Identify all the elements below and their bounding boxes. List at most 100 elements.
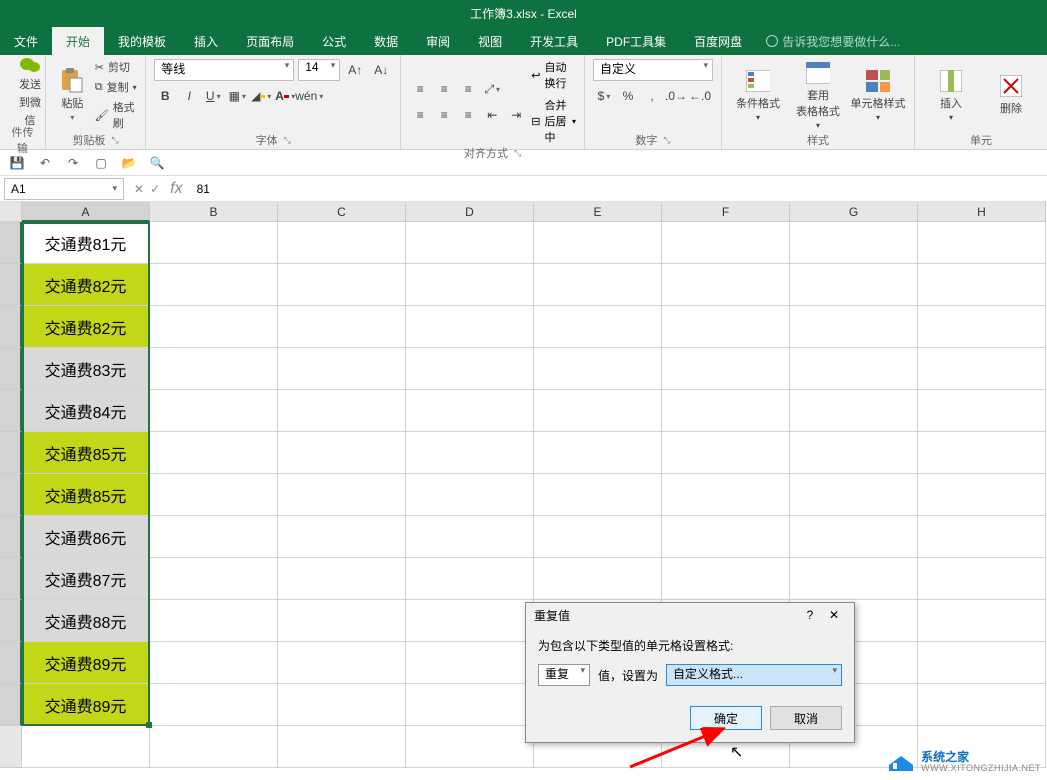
currency-button[interactable]: $ — [593, 85, 615, 107]
cell-empty[interactable] — [150, 264, 278, 306]
cell-empty[interactable] — [918, 264, 1046, 306]
cell-empty[interactable] — [790, 306, 918, 348]
cell-empty[interactable] — [790, 474, 918, 516]
cell-empty[interactable] — [150, 516, 278, 558]
cell-empty[interactable] — [406, 432, 534, 474]
tab-home[interactable]: 开始 — [52, 27, 104, 55]
copy-button[interactable]: ⧉复制▾ — [95, 79, 138, 95]
tab-data[interactable]: 数据 — [360, 27, 412, 55]
qat-new-button[interactable]: ▢ — [92, 154, 110, 172]
cell-empty[interactable] — [790, 390, 918, 432]
row-header[interactable] — [0, 264, 22, 306]
cell-empty[interactable] — [278, 600, 406, 642]
cell-empty[interactable] — [150, 222, 278, 264]
align-left-button[interactable]: ≡ — [409, 104, 431, 126]
cell-empty[interactable] — [278, 558, 406, 600]
cell-empty[interactable] — [918, 348, 1046, 390]
align-center-button[interactable]: ≡ — [433, 104, 455, 126]
col-header-f[interactable]: F — [662, 202, 790, 222]
cell-empty[interactable] — [406, 306, 534, 348]
col-header-a[interactable]: A — [22, 202, 150, 222]
enter-formula-icon[interactable]: ✓ — [150, 182, 160, 196]
cell-a12[interactable]: 交通费89元 — [22, 684, 150, 726]
tab-layout[interactable]: 页面布局 — [232, 27, 308, 55]
cell-empty[interactable] — [406, 726, 534, 768]
cell-empty[interactable] — [918, 558, 1046, 600]
cell-empty[interactable] — [534, 558, 662, 600]
cell-empty[interactable] — [918, 684, 1046, 726]
cell-empty[interactable] — [918, 390, 1046, 432]
cell-empty[interactable] — [278, 264, 406, 306]
cell-empty[interactable] — [534, 390, 662, 432]
row-header[interactable] — [0, 306, 22, 348]
cell-empty[interactable] — [406, 600, 534, 642]
tab-formulas[interactable]: 公式 — [308, 27, 360, 55]
align-bottom-button[interactable]: ≡ — [457, 78, 479, 100]
cell-empty[interactable] — [278, 348, 406, 390]
comma-button[interactable]: , — [641, 85, 663, 107]
cell-empty[interactable] — [406, 516, 534, 558]
row-header[interactable] — [0, 684, 22, 726]
cancel-button[interactable]: 取消 — [770, 706, 842, 730]
row-header[interactable] — [0, 600, 22, 642]
clipboard-launcher-icon[interactable]: ⤡ — [112, 135, 119, 146]
cell-a4[interactable]: 交通费83元 — [22, 348, 150, 390]
cell-empty[interactable] — [278, 726, 406, 768]
row-header[interactable] — [0, 390, 22, 432]
cell-empty[interactable] — [662, 474, 790, 516]
cell-empty[interactable] — [662, 390, 790, 432]
cell-a1[interactable]: 交通费81元 — [22, 222, 150, 264]
cell-empty[interactable] — [278, 432, 406, 474]
paste-button[interactable]: 粘贴▾ — [54, 62, 91, 128]
tab-pdf[interactable]: PDF工具集 — [592, 27, 680, 55]
cell-empty[interactable] — [534, 432, 662, 474]
fx-icon[interactable]: fx — [170, 180, 182, 198]
cell-empty[interactable] — [662, 558, 790, 600]
wrap-text-button[interactable]: ↩自动换行 — [531, 59, 576, 91]
cell-empty[interactable] — [790, 558, 918, 600]
cell-empty[interactable] — [150, 432, 278, 474]
font-name-select[interactable]: 等线 — [154, 59, 294, 81]
table-format-button[interactable]: 套用 表格格式▾ — [790, 61, 846, 130]
cell-empty[interactable] — [150, 684, 278, 726]
cell-empty[interactable] — [150, 474, 278, 516]
row-header[interactable] — [0, 558, 22, 600]
cell-a5[interactable]: 交通费84元 — [22, 390, 150, 432]
cell-empty[interactable] — [918, 306, 1046, 348]
cell-style-button[interactable]: 单元格样式▾ — [850, 69, 906, 122]
cell-empty[interactable] — [918, 516, 1046, 558]
col-header-d[interactable]: D — [406, 202, 534, 222]
underline-button[interactable]: U — [202, 85, 224, 107]
cell-a7[interactable]: 交通费85元 — [22, 474, 150, 516]
dialog-help-button[interactable]: ? — [798, 608, 822, 622]
cell-empty[interactable] — [534, 474, 662, 516]
cell-empty[interactable] — [150, 642, 278, 684]
tab-dev[interactable]: 开发工具 — [516, 27, 592, 55]
percent-button[interactable]: % — [617, 85, 639, 107]
cell-empty[interactable] — [918, 642, 1046, 684]
number-format-select[interactable]: 自定义 — [593, 59, 713, 81]
row-header[interactable] — [0, 432, 22, 474]
tab-templates[interactable]: 我的模板 — [104, 27, 180, 55]
dialog-close-button[interactable]: ✕ — [822, 608, 846, 622]
format-select[interactable]: 自定义格式... — [666, 664, 842, 686]
row-header[interactable] — [0, 348, 22, 390]
format-painter-button[interactable]: 🖌格式刷 — [95, 99, 138, 131]
cell-empty[interactable] — [406, 222, 534, 264]
row-header[interactable] — [0, 726, 22, 768]
cell-empty[interactable] — [150, 558, 278, 600]
cell-empty[interactable] — [406, 390, 534, 432]
name-box[interactable]: A1 — [4, 178, 124, 200]
inc-decimal-button[interactable]: .0→ — [665, 85, 687, 107]
cut-button[interactable]: ✂剪切 — [95, 59, 138, 75]
cell-empty[interactable] — [278, 642, 406, 684]
conditional-format-button[interactable]: 条件格式▾ — [730, 69, 786, 122]
cell-empty[interactable] — [790, 264, 918, 306]
cell-empty[interactable] — [150, 348, 278, 390]
insert-button[interactable]: 插入▾ — [923, 69, 979, 122]
increase-font-button[interactable]: A↑ — [344, 59, 366, 81]
cell-empty[interactable] — [790, 432, 918, 474]
cell-empty[interactable] — [662, 432, 790, 474]
cell-empty[interactable] — [534, 516, 662, 558]
save-button[interactable]: 💾 — [8, 154, 26, 172]
